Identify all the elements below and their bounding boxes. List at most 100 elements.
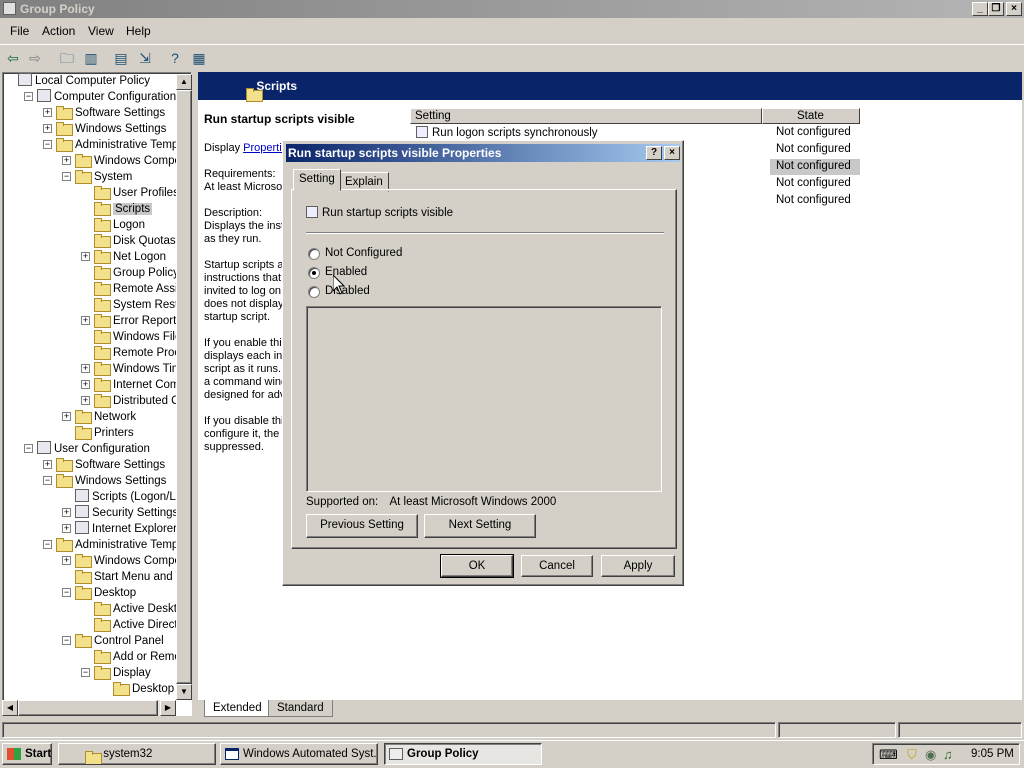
scroll-thumb[interactable] <box>176 90 192 684</box>
tree-node[interactable]: Net Logon <box>94 249 166 265</box>
scroll-left-arrow[interactable]: ◀ <box>2 700 18 716</box>
column-state[interactable]: State <box>762 108 860 124</box>
volume-icon[interactable]: ♫ <box>943 747 953 762</box>
tree-expander[interactable]: + <box>81 364 90 373</box>
dialog-close-button[interactable]: × <box>664 146 680 160</box>
clock[interactable]: 9:05 PM <box>971 748 1014 760</box>
tree-expander[interactable]: + <box>81 380 90 389</box>
tree-node[interactable]: Active Desktop <box>94 601 176 617</box>
scroll-up-arrow[interactable]: ▲ <box>176 74 192 90</box>
state-cell[interactable]: Not configured <box>776 177 851 189</box>
tree-node[interactable]: Logon <box>94 217 145 233</box>
tree-expander[interactable]: − <box>43 540 52 549</box>
tree-expander[interactable]: − <box>43 140 52 149</box>
tree-node[interactable]: Local Computer Policy <box>18 73 150 89</box>
tree-node[interactable]: Add or Remove <box>94 649 176 665</box>
tree-node[interactable]: Software Settings <box>56 105 165 121</box>
state-cell[interactable]: Not configured <box>776 160 851 172</box>
tree-expander[interactable]: + <box>62 156 71 165</box>
scroll-down-arrow[interactable]: ▼ <box>176 684 192 700</box>
tree-node[interactable]: Scripts <box>94 201 153 217</box>
radio-disabled[interactable] <box>308 286 320 298</box>
close-button[interactable]: × <box>1006 2 1022 16</box>
tree-node[interactable]: Distributed COM <box>94 393 176 409</box>
tree-expander[interactable]: + <box>62 508 71 517</box>
network-icon[interactable]: ◉ <box>925 747 936 763</box>
tree-node[interactable]: Windows Settings <box>56 473 166 489</box>
tree-expander[interactable]: + <box>62 412 71 421</box>
tree-expander[interactable]: − <box>43 476 52 485</box>
tree-node[interactable]: Disk Quotas <box>94 233 176 249</box>
tree-expander[interactable]: + <box>81 316 90 325</box>
tree-expander[interactable]: − <box>24 444 33 453</box>
tree-node[interactable]: Network <box>75 409 136 425</box>
tree-horizontal-scrollbar[interactable]: ◀ ▶ <box>2 700 176 716</box>
start-button[interactable]: Start <box>2 743 52 765</box>
tree-node[interactable]: Group Policy <box>94 265 176 281</box>
tree-expander[interactable]: + <box>81 252 90 261</box>
ok-button[interactable]: OK <box>440 554 514 578</box>
tree-node[interactable]: Software Settings <box>56 457 165 473</box>
tree-expander[interactable]: − <box>62 636 71 645</box>
radio-not-configured[interactable] <box>308 248 320 260</box>
tree-node[interactable]: Start Menu and Tas <box>75 569 176 585</box>
tab-standard[interactable]: Standard <box>268 700 333 717</box>
tree-node[interactable]: Scripts (Logon/Log <box>75 489 176 505</box>
previous-setting-button[interactable]: Previous Setting <box>306 514 418 538</box>
tree-node[interactable]: Desktop <box>75 585 136 601</box>
column-setting[interactable]: Setting <box>410 108 762 124</box>
tree-node[interactable]: Administrative Template <box>56 537 176 553</box>
tab-extended[interactable]: Extended <box>204 700 271 717</box>
task-system32[interactable]: system32 <box>58 743 216 765</box>
tree-node[interactable]: Desktop Th <box>113 681 176 697</box>
tree-expander[interactable]: − <box>62 172 71 181</box>
next-setting-button[interactable]: Next Setting <box>424 514 536 538</box>
scroll-right-arrow[interactable]: ▶ <box>160 700 176 716</box>
tree-node[interactable]: Error Reporting <box>94 313 176 329</box>
tree-node[interactable]: Administrative Template <box>56 137 176 153</box>
tree-expander[interactable]: − <box>24 92 33 101</box>
tree-node[interactable]: Remote Assista <box>94 281 176 297</box>
tree-node[interactable]: User Configuration <box>37 441 150 457</box>
tree-expander[interactable]: + <box>62 524 71 533</box>
tree-node[interactable]: Internet Commu <box>94 377 176 393</box>
tree-node[interactable]: Display <box>94 665 151 681</box>
tree-node[interactable]: System <box>75 169 132 185</box>
state-cell[interactable]: Not configured <box>776 143 851 155</box>
dialog-help-button[interactable]: ? <box>646 146 662 160</box>
tree-expander[interactable]: − <box>81 668 90 677</box>
security-shield-icon[interactable]: ⛉ <box>907 747 917 763</box>
tree-expander[interactable]: + <box>43 460 52 469</box>
tree-node[interactable]: Windows Time <box>94 361 176 377</box>
tree-node[interactable]: Security Settings <box>75 505 176 521</box>
minimize-button[interactable]: _ <box>972 2 988 16</box>
tree-node[interactable]: Control Panel <box>75 633 164 649</box>
tree-expander[interactable]: + <box>43 124 52 133</box>
tree-node[interactable]: Printers <box>75 425 134 441</box>
state-cell[interactable]: Not configured <box>776 126 851 138</box>
tree-expander[interactable]: + <box>62 556 71 565</box>
maximize-button[interactable]: ❐ <box>988 2 1004 16</box>
dialog-title-bar[interactable]: Run startup scripts visible Properties ?… <box>286 144 680 162</box>
tree-node[interactable]: User Profiles <box>94 185 176 201</box>
tab-setting[interactable]: Setting <box>293 169 341 191</box>
keyboard-icon[interactable]: ⌨ <box>879 747 898 763</box>
tree-node[interactable]: Windows File P <box>94 329 176 345</box>
tree-expander[interactable]: + <box>81 396 90 405</box>
tree-node[interactable]: Computer Configuration <box>37 89 176 105</box>
tree-node[interactable]: Windows Compone <box>75 153 176 169</box>
tree-node[interactable]: Remote Proced <box>94 345 176 361</box>
tree-node[interactable]: System Restore <box>94 297 176 313</box>
tree-node[interactable]: Windows Compone <box>75 553 176 569</box>
list-row-setting[interactable]: Run logon scripts synchronously <box>416 126 598 139</box>
task-windows-automated[interactable]: Windows Automated Syst... <box>220 743 378 765</box>
radio-enabled[interactable] <box>308 267 320 279</box>
cancel-button[interactable]: Cancel <box>521 555 593 577</box>
tree-expander[interactable]: + <box>43 108 52 117</box>
tree-node[interactable]: Internet Explorer Ma <box>75 521 176 537</box>
radio-enabled-label[interactable]: Enabled <box>325 266 367 278</box>
tree-expander[interactable]: − <box>62 588 71 597</box>
extended-view-icon[interactable]: ▦ <box>190 49 208 67</box>
tree-vertical-scrollbar[interactable]: ▲ ▼ <box>176 74 192 700</box>
tree-node[interactable]: Active Directory <box>94 617 176 633</box>
